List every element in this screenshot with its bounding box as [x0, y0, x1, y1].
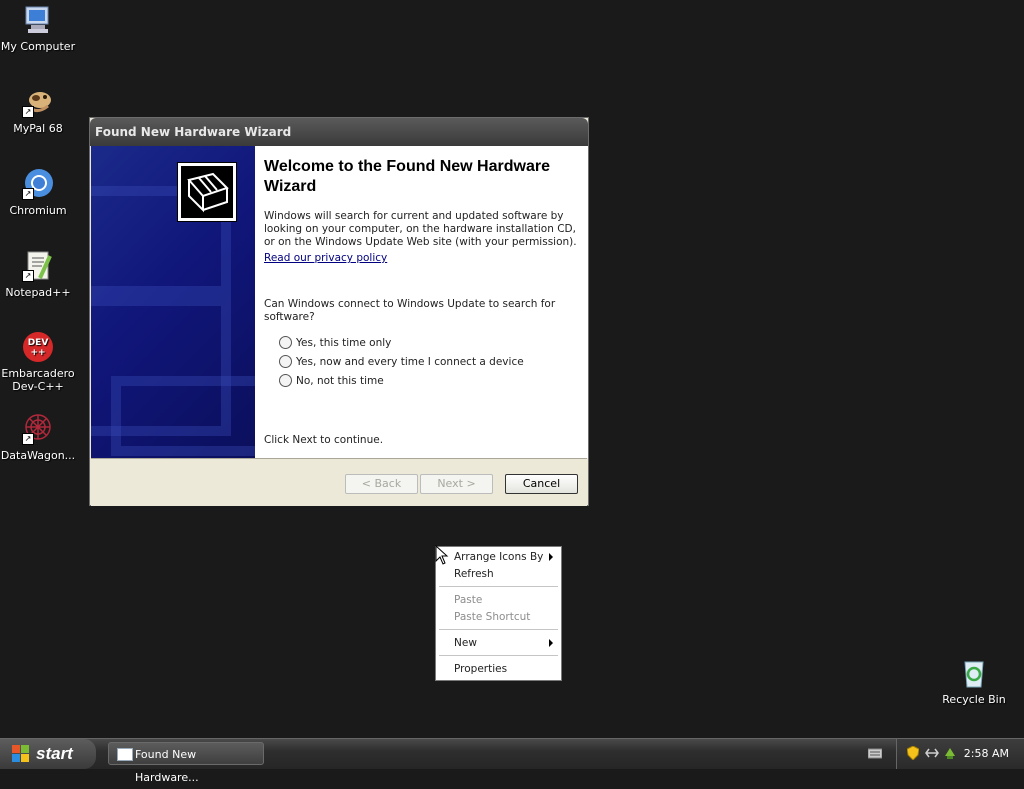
- wizard-side-panel: [91, 146, 255, 458]
- desktop-icon-label: DataWagon...: [0, 449, 76, 462]
- menu-item-paste[interactable]: Paste: [454, 594, 482, 606]
- desktop-icon-chromium[interactable]: ↗ Chromium: [0, 168, 78, 217]
- taskbar-button-hardware-wizard[interactable]: Found New Hardware...: [108, 742, 264, 784]
- start-label: start: [36, 744, 73, 763]
- taskbar-button-label: Found New Hardware...: [135, 748, 199, 784]
- desktop-icon-notepadpp[interactable]: ↗ Notepad++: [0, 250, 78, 299]
- chromium-icon: ↗: [22, 168, 54, 200]
- svg-text:++: ++: [30, 348, 45, 358]
- continue-hint: Click Next to continue.: [264, 434, 384, 446]
- shortcut-arrow-icon: ↗: [22, 188, 34, 200]
- radio-button[interactable]: [279, 355, 292, 368]
- window-icon: [117, 748, 133, 761]
- desktop-icon-label: My Computer: [0, 40, 76, 53]
- shortcut-arrow-icon: ↗: [22, 270, 34, 282]
- wizard-button-bar: < Back Next > Cancel: [91, 458, 587, 506]
- wizard-content: Welcome to the Found New Hardware Wizard…: [255, 146, 588, 458]
- desktop-context-menu: Arrange Icons By Refresh Paste Paste Sho…: [435, 546, 562, 681]
- hardware-wizard-window: Found New Hardware Wizard Welcome to the…: [89, 117, 589, 506]
- clock[interactable]: 2:58 AM: [964, 747, 1009, 760]
- window-title[interactable]: Found New Hardware Wizard: [90, 118, 588, 146]
- option-label: No, not this time: [296, 374, 384, 387]
- cancel-button[interactable]: Cancel: [505, 474, 578, 494]
- desktop-icon-label: Chromium: [9, 204, 67, 217]
- next-button[interactable]: Next >: [420, 474, 493, 494]
- windows-logo-icon: [12, 745, 30, 763]
- desktop-icon-label: MyPal 68: [13, 122, 63, 135]
- shortcut-arrow-icon: ↗: [22, 106, 34, 118]
- option-label: Yes, now and every time I connect a devi…: [296, 355, 524, 368]
- menu-item-arrange-icons[interactable]: Arrange Icons By: [454, 551, 543, 563]
- back-button[interactable]: < Back: [345, 474, 418, 494]
- menu-item-paste-shortcut[interactable]: Paste Shortcut: [454, 611, 530, 623]
- system-tray: 2:58 AM: [896, 739, 1024, 769]
- desktop-icon-label: Notepad++: [5, 286, 71, 299]
- desktop-icon-devcpp[interactable]: DEV ++ Embarcadero Dev-C++: [0, 331, 78, 393]
- wizard-heading: Welcome to the Found New Hardware Wizard: [264, 158, 550, 195]
- radio-button[interactable]: [279, 374, 292, 387]
- security-shield-icon[interactable]: [906, 745, 920, 763]
- option-no[interactable]: No, not this time: [279, 374, 384, 387]
- wizard-description: Windows will search for current and upda…: [264, 210, 577, 248]
- desktop-icon-datawagon[interactable]: ↗ DataWagon...: [0, 413, 78, 462]
- keyboard-icon[interactable]: [867, 747, 883, 762]
- devcpp-icon: DEV ++: [22, 331, 54, 363]
- hardware-icon: [177, 162, 237, 222]
- desktop-icon-recycle-bin[interactable]: Recycle Bin: [934, 657, 1014, 706]
- notepadpp-icon: ↗: [22, 250, 54, 282]
- desktop-icon-my-computer[interactable]: My Computer: [0, 4, 78, 53]
- menu-item-properties[interactable]: Properties: [454, 663, 507, 675]
- recycle-bin-icon: [958, 657, 990, 689]
- computer-icon: [22, 4, 54, 36]
- mypal-icon: ↗: [22, 86, 54, 118]
- desktop-icon-label: Recycle Bin: [942, 693, 1006, 706]
- safely-remove-hardware-icon[interactable]: [943, 746, 957, 763]
- option-yes-always[interactable]: Yes, now and every time I connect a devi…: [279, 355, 524, 368]
- menu-item-new[interactable]: New: [454, 637, 477, 649]
- submenu-arrow-icon: [549, 639, 553, 647]
- network-icon[interactable]: [925, 747, 939, 762]
- menu-separator: [439, 586, 558, 587]
- shortcut-arrow-icon: ↗: [22, 433, 34, 445]
- desktop-icon-label: Embarcadero Dev-C++: [1, 367, 75, 393]
- datawagon-icon: ↗: [22, 413, 54, 445]
- svg-text:DEV: DEV: [28, 338, 49, 348]
- menu-separator: [439, 629, 558, 630]
- desktop-icon-mypal[interactable]: ↗ MyPal 68: [0, 86, 78, 135]
- menu-item-refresh[interactable]: Refresh: [454, 568, 494, 580]
- taskbar: start Found New Hardware... 2:58 AM: [0, 738, 1024, 784]
- option-label: Yes, this time only: [296, 336, 392, 349]
- menu-separator: [439, 655, 558, 656]
- start-button[interactable]: start: [0, 739, 96, 769]
- mouse-cursor-icon: [435, 545, 449, 565]
- update-question: Can Windows connect to Windows Update to…: [264, 298, 556, 323]
- radio-button[interactable]: [279, 336, 292, 349]
- option-yes-once[interactable]: Yes, this time only: [279, 336, 391, 349]
- privacy-policy-link[interactable]: Read our privacy policy: [264, 252, 387, 264]
- submenu-arrow-icon: [549, 553, 553, 561]
